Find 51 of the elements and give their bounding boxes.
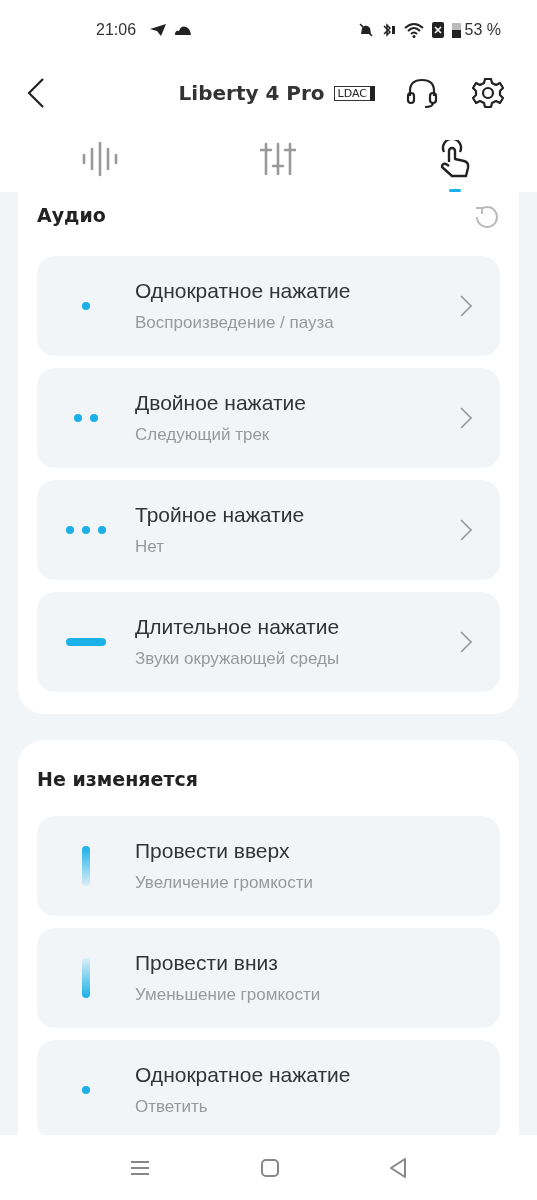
waveform-icon bbox=[81, 141, 119, 177]
muted-bell-icon bbox=[357, 22, 374, 38]
gesture-action: Нет bbox=[135, 537, 165, 557]
dot-icon bbox=[82, 1086, 90, 1094]
gesture-item[interactable]: Двойное нажатие Следующий трек bbox=[37, 368, 500, 468]
dash-icon bbox=[66, 638, 106, 646]
status-time: 21:06 bbox=[96, 21, 137, 39]
gesture-action: Увеличение громкости bbox=[135, 873, 315, 893]
gesture-item[interactable]: Провести вверх Увеличение громкости bbox=[37, 816, 500, 916]
gesture-title: Тройное нажатие bbox=[135, 503, 306, 527]
back-triangle-icon[interactable] bbox=[389, 1157, 407, 1178]
headset-icon[interactable] bbox=[405, 76, 439, 110]
gesture-action: Уменьшение громкости bbox=[135, 985, 322, 1005]
reset-icon[interactable] bbox=[474, 204, 500, 230]
swipe-down-icon bbox=[82, 958, 90, 998]
section-title: Не изменяется bbox=[37, 768, 198, 790]
device-title: Liberty 4 Pro bbox=[178, 81, 325, 105]
gesture-action: Следующий трек bbox=[135, 425, 271, 445]
gesture-title: Провести вверх bbox=[135, 839, 291, 863]
gesture-title: Однократное нажатие bbox=[135, 1063, 352, 1087]
gesture-action: Воспроизведение / пауза bbox=[135, 313, 335, 333]
battery-icon bbox=[451, 22, 461, 38]
settings-icon[interactable] bbox=[471, 76, 505, 110]
equalizer-icon bbox=[259, 142, 296, 176]
dot-icon bbox=[82, 302, 90, 310]
battery-percent: 53 % bbox=[464, 21, 501, 39]
gesture-item[interactable]: Длительное нажатие Звуки окружающей среды bbox=[37, 592, 500, 692]
sim-icon bbox=[431, 22, 444, 38]
gesture-action: Звуки окружающей среды bbox=[135, 649, 341, 669]
back-icon[interactable] bbox=[26, 77, 46, 109]
gesture-title: Двойное нажатие bbox=[135, 391, 307, 415]
gesture-item[interactable]: Провести вниз Уменьшение громкости bbox=[37, 928, 500, 1028]
gesture-item[interactable]: Тройное нажатие Нет bbox=[37, 480, 500, 580]
home-icon[interactable] bbox=[260, 1158, 279, 1177]
swipe-up-icon bbox=[82, 846, 90, 886]
three-dots-icon bbox=[66, 526, 106, 534]
gesture-title: Длительное нажатие bbox=[135, 615, 341, 639]
menu-icon[interactable] bbox=[130, 1159, 150, 1176]
gesture-item[interactable]: Однократное нажатие Воспроизведение / пауза bbox=[37, 256, 500, 356]
section-title: Аудио bbox=[37, 204, 106, 226]
gesture-title: Однократное нажатие bbox=[135, 279, 352, 303]
gesture-title: Провести вниз bbox=[135, 951, 279, 975]
touch-icon bbox=[438, 140, 472, 178]
gesture-action: Ответить bbox=[135, 1097, 209, 1117]
cloud-icon bbox=[174, 25, 193, 35]
codec-badge: LDAC bbox=[333, 85, 375, 101]
gesture-item[interactable]: Однократное нажатие Ответить bbox=[37, 1040, 500, 1135]
telegram-icon bbox=[150, 24, 167, 36]
two-dots-icon bbox=[74, 414, 98, 422]
bluetooth-icon bbox=[381, 22, 396, 38]
wifi-icon bbox=[403, 22, 424, 38]
